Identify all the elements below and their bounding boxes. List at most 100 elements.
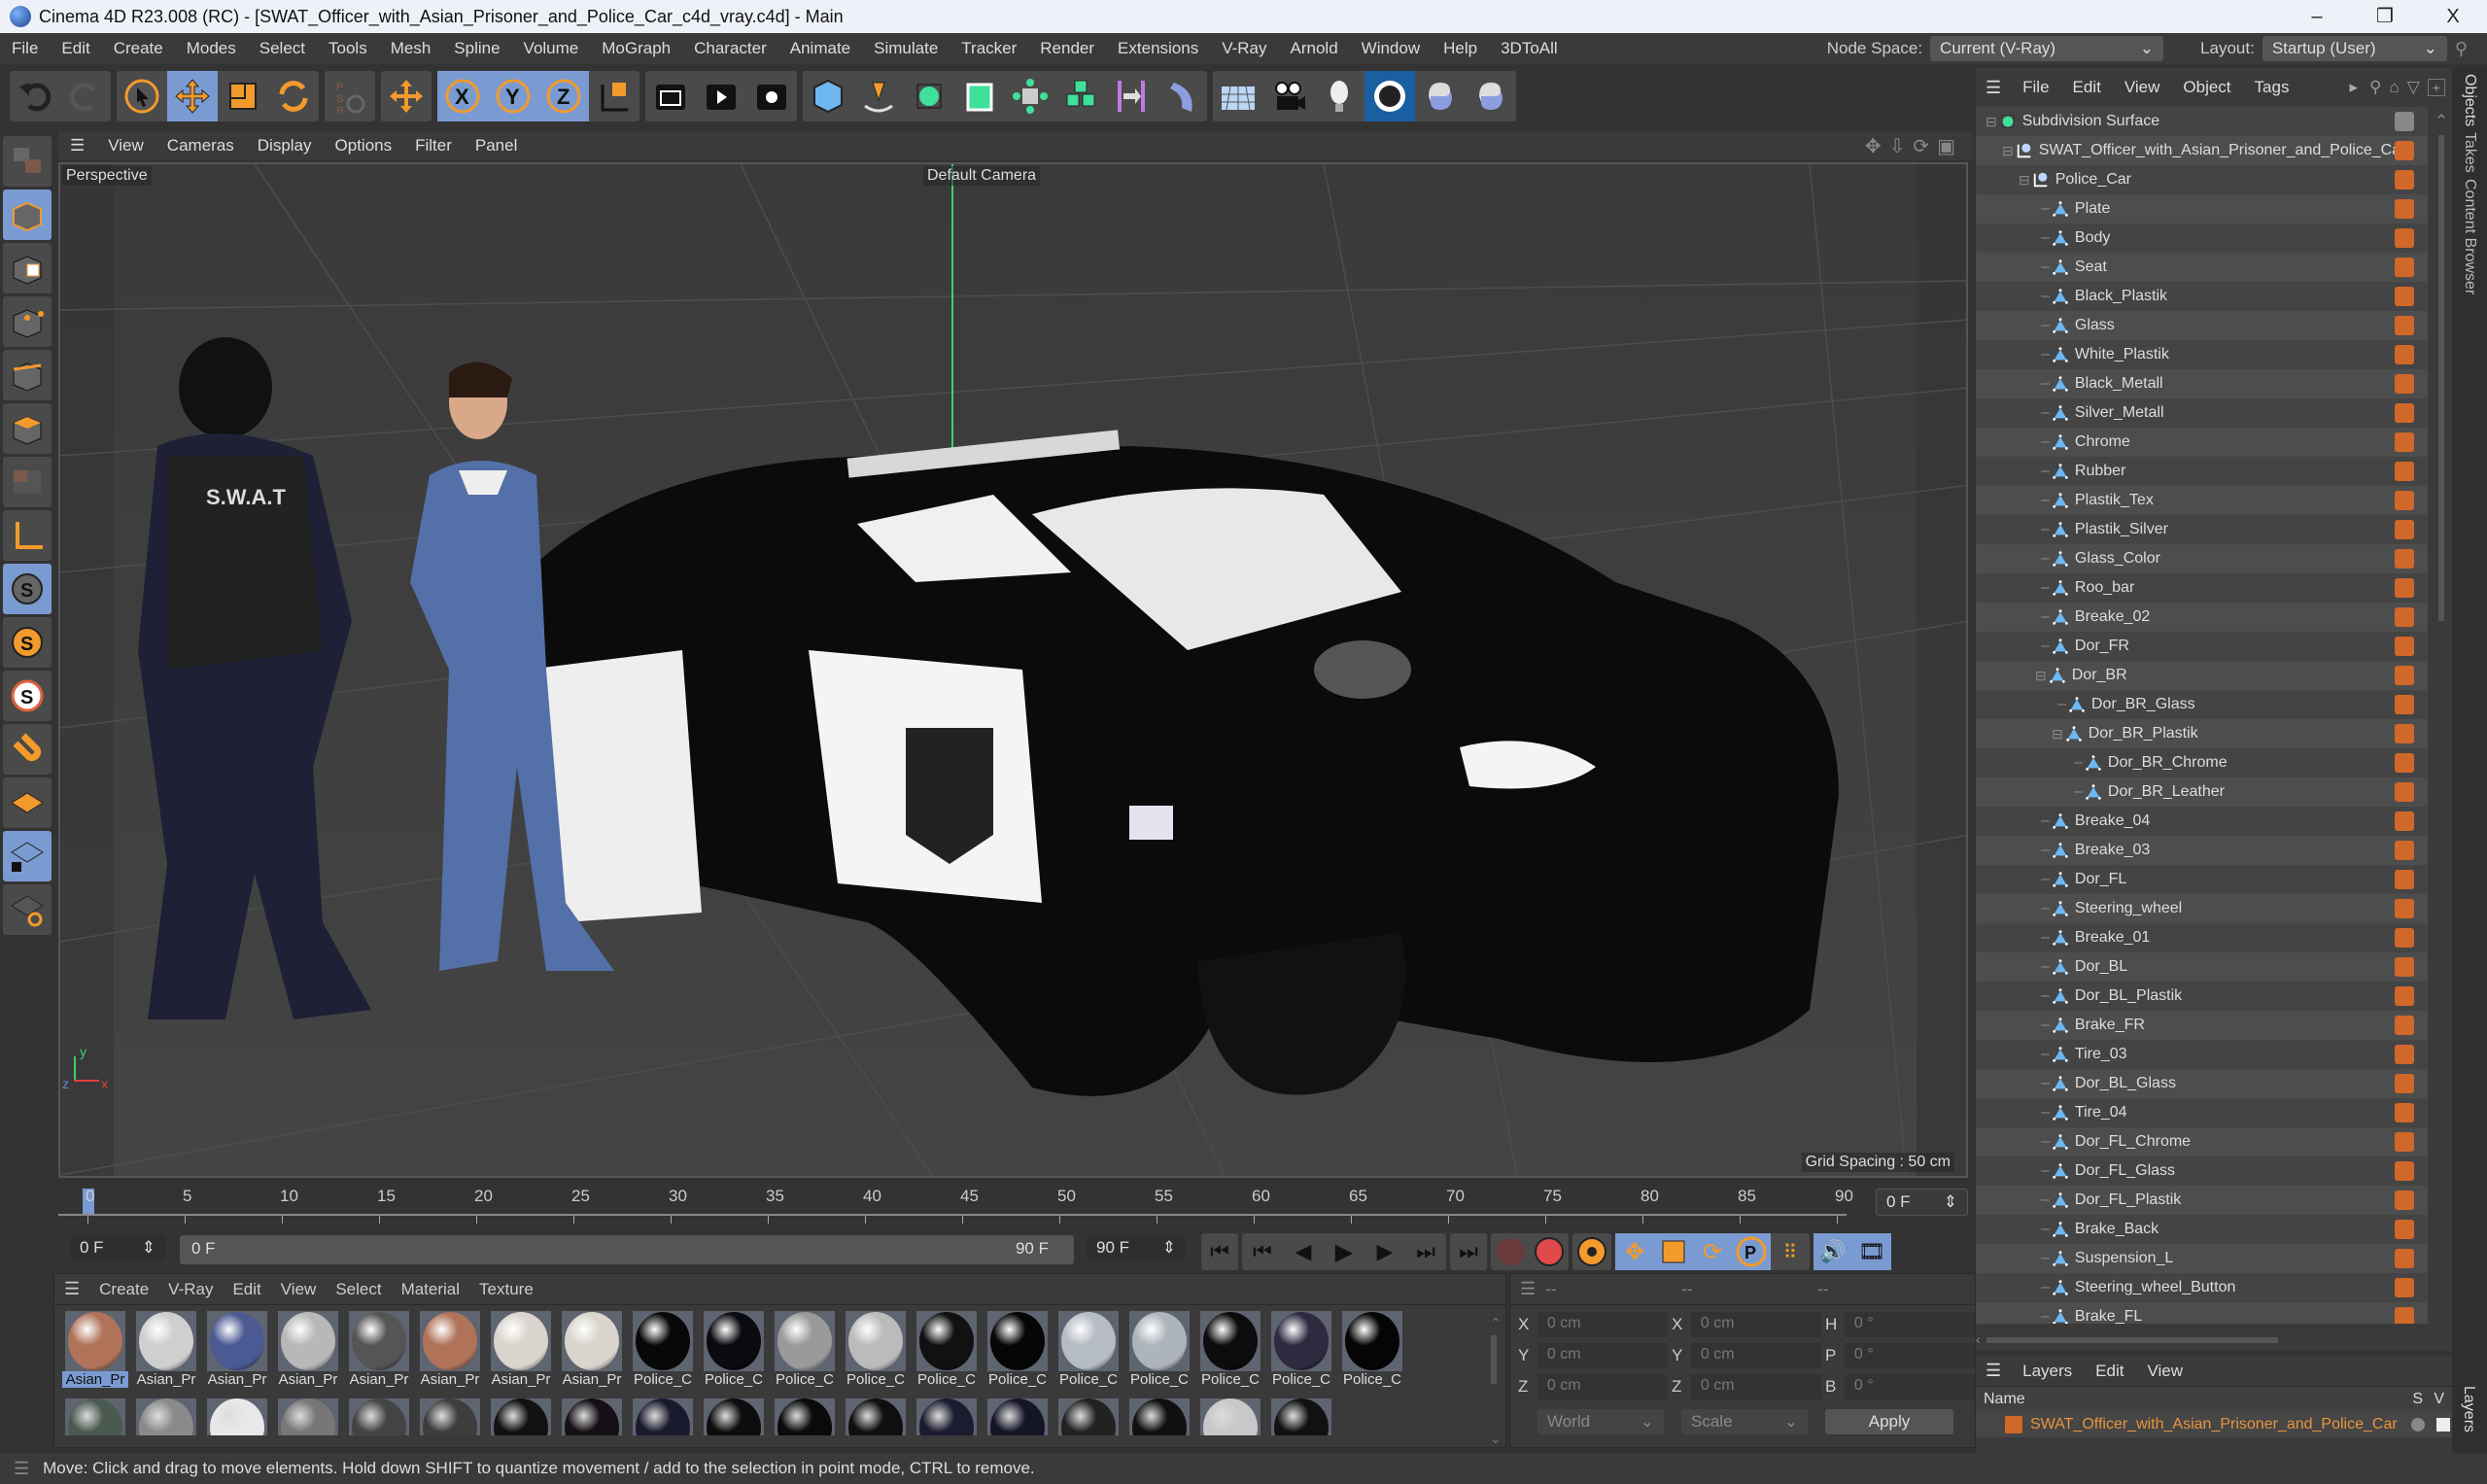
subdivision-surface-button[interactable] [904, 71, 954, 121]
menu-edit[interactable]: Edit [50, 39, 101, 58]
previous-frame-button[interactable]: ◀ [1283, 1233, 1324, 1270]
menu-tracker[interactable]: Tracker [950, 39, 1028, 58]
object-row[interactable]: – Steering_wheel_Button [1976, 1273, 2428, 1302]
scroll-up-icon[interactable]: ⌃ [2431, 112, 2452, 131]
layer-tag[interactable] [2395, 141, 2414, 160]
make-editable-button[interactable] [3, 136, 52, 187]
object-row[interactable]: – Rubber [1976, 457, 2428, 486]
layer-tag[interactable] [2395, 258, 2414, 277]
layer-tag[interactable] [2395, 1249, 2414, 1268]
material-swatch[interactable]: Police_C [984, 1311, 1051, 1394]
rotation-p-field[interactable]: 0 ° [1844, 1343, 1975, 1368]
workplane-button[interactable] [3, 777, 52, 828]
viewport-menu-view[interactable]: View [96, 136, 155, 155]
object-row[interactable]: – Roo_bar [1976, 573, 2428, 603]
layer-tag[interactable] [2395, 1161, 2414, 1181]
size-y-field[interactable]: 0 cm [1690, 1343, 1821, 1368]
next-frame-button[interactable]: ▶ [1364, 1233, 1405, 1270]
new-window-icon[interactable]: + [2427, 79, 2445, 96]
menu-render[interactable]: Render [1028, 39, 1106, 58]
snap-button[interactable]: S [3, 564, 52, 614]
collapse-toggle-icon[interactable]: ⊟ [1986, 114, 1997, 130]
position-x-field[interactable]: 0 cm [1537, 1312, 1668, 1337]
edges-mode-button[interactable] [3, 350, 52, 400]
material-swatch[interactable]: Police_C [1126, 1311, 1192, 1394]
render-settings-button[interactable] [746, 71, 797, 121]
hamburger-menu-icon[interactable]: ☰ [1976, 1361, 2011, 1381]
sweep-button[interactable] [1157, 71, 1207, 121]
material-swatch[interactable] [275, 1398, 341, 1435]
layer-tag[interactable] [2395, 520, 2414, 539]
object-row[interactable]: – Glass_Color [1976, 544, 2428, 573]
object-row[interactable]: – Dor_BL [1976, 952, 2428, 982]
menu-spline[interactable]: Spline [442, 39, 511, 58]
layer-tag[interactable] [2395, 928, 2414, 948]
model-mode-button[interactable] [3, 190, 52, 240]
material-swatch[interactable] [630, 1398, 696, 1435]
menu-volume[interactable]: Volume [512, 39, 591, 58]
key-point-level-button[interactable]: ⠿ [1771, 1233, 1810, 1270]
cube-button[interactable] [803, 71, 853, 121]
object-row[interactable]: ⊟ Dor_BR [1976, 661, 2428, 690]
collapse-toggle-icon[interactable]: ⊟ [2035, 668, 2047, 684]
material-swatch[interactable]: Police_C [843, 1311, 909, 1394]
move-tool-button[interactable] [167, 71, 218, 121]
layer-tag[interactable] [2395, 1016, 2414, 1035]
material-swatch[interactable]: Police_C [1268, 1311, 1334, 1394]
layer-tag[interactable] [2395, 549, 2414, 569]
scroll-thumb[interactable] [2438, 135, 2444, 621]
layer-tag[interactable] [2395, 841, 2414, 860]
search-icon[interactable]: ⚲ [2455, 39, 2468, 59]
menu-extensions[interactable]: Extensions [1106, 39, 1210, 58]
material-menu-view[interactable]: View [271, 1280, 327, 1299]
record-keys-button[interactable] [1491, 1233, 1530, 1270]
material-swatch[interactable] [772, 1398, 838, 1435]
material-swatch[interactable]: Asian_Pr [559, 1311, 625, 1394]
play-button[interactable]: ▶ [1324, 1233, 1364, 1270]
sound-button[interactable]: 🔊 [1813, 1233, 1852, 1270]
material-swatch[interactable] [62, 1398, 128, 1435]
y-axis-button[interactable]: Y [488, 71, 538, 121]
rotate-tool-button[interactable] [268, 71, 319, 121]
object-row[interactable]: – Steering_wheel [1976, 894, 2428, 923]
layer-tag[interactable] [2395, 1307, 2414, 1324]
eye-icon[interactable] [2436, 1418, 2450, 1432]
layer-tag[interactable] [2395, 491, 2414, 510]
close-button[interactable]: X [2419, 0, 2487, 33]
menu-simulate[interactable]: Simulate [862, 39, 950, 58]
layer-tag[interactable] [2395, 899, 2414, 918]
material-swatch[interactable] [701, 1398, 767, 1435]
object-row[interactable]: – Dor_BR_Chrome [1976, 748, 2428, 777]
object-row[interactable]: – Tire_04 [1976, 1098, 2428, 1127]
menu-animate[interactable]: Animate [778, 39, 862, 58]
object-row[interactable]: – Dor_BL_Plastik [1976, 982, 2428, 1011]
layer-tag[interactable] [2395, 462, 2414, 481]
layer-tag[interactable] [2395, 316, 2414, 335]
rotation-b-field[interactable]: 0 ° [1844, 1374, 1975, 1399]
mograph-cloner-button[interactable] [1055, 71, 1106, 121]
restore-button[interactable]: ❐ [2351, 0, 2419, 33]
layers-menu-view[interactable]: View [2135, 1362, 2194, 1381]
transform-mode-select[interactable]: Scale ⌄ [1681, 1409, 1808, 1434]
object-row[interactable]: – Plastik_Tex [1976, 486, 2428, 515]
key-rotation-button[interactable]: ⟳ [1693, 1233, 1732, 1270]
layers-column-name[interactable]: Name [1976, 1391, 2025, 1408]
menu-file[interactable]: File [0, 39, 50, 58]
go-to-start-button[interactable]: ⏮ [1201, 1233, 1238, 1270]
go-to-end-button[interactable]: ⏭ [1450, 1233, 1487, 1270]
material-swatch[interactable]: Asian_Pr [346, 1311, 412, 1394]
locked-workplane-button[interactable] [3, 831, 52, 881]
rotation-h-field[interactable]: 0 ° [1844, 1312, 1975, 1337]
hamburger-menu-icon[interactable]: ☰ [0, 1459, 43, 1479]
default-camera-label[interactable]: Default Camera [923, 166, 1041, 186]
material-swatch[interactable]: Police_C [701, 1311, 767, 1394]
material-swatch[interactable] [843, 1398, 909, 1435]
position-y-field[interactable]: 0 cm [1537, 1343, 1668, 1368]
layer-tag[interactable] [2395, 637, 2414, 656]
render-to-picture-viewer-button[interactable] [696, 71, 746, 121]
layers-menu-layers[interactable]: Layers [2011, 1362, 2084, 1381]
material-menu-vray[interactable]: V-Ray [158, 1280, 223, 1299]
layer-tag[interactable] [2395, 1132, 2414, 1152]
layer-tag[interactable] [2395, 1278, 2414, 1297]
material-menu-material[interactable]: Material [392, 1280, 469, 1299]
